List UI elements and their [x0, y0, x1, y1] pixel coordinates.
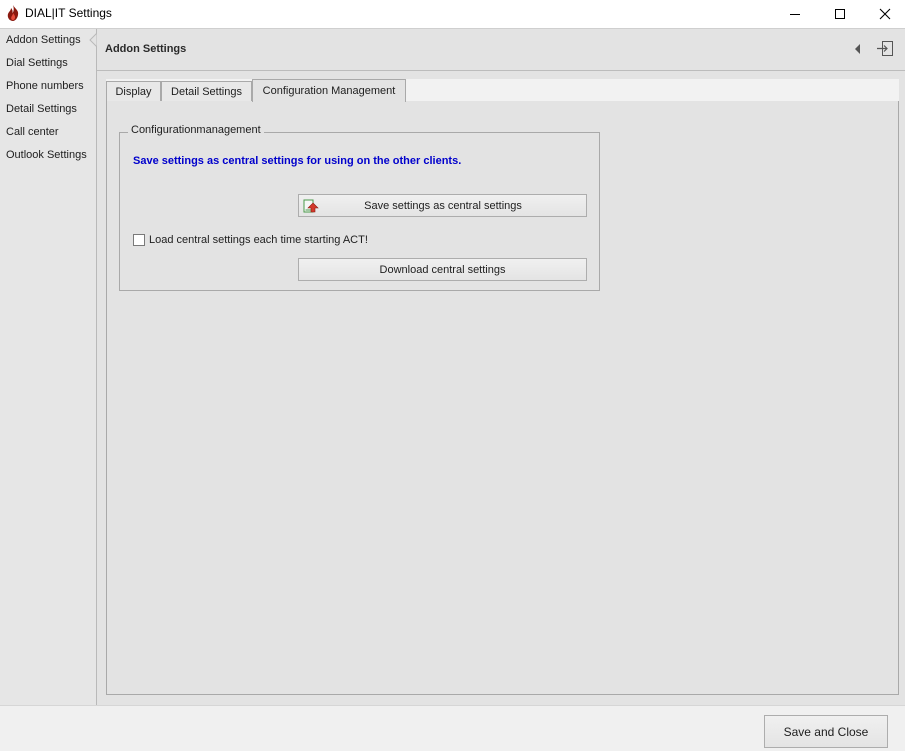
close-icon: [879, 8, 891, 20]
sidebar-item-phone-numbers[interactable]: Phone numbers: [6, 80, 84, 92]
sidebar-item-call-center[interactable]: Call center: [6, 126, 59, 138]
maximize-button[interactable]: [817, 0, 863, 28]
save-and-close-button[interactable]: Save and Close: [764, 715, 888, 748]
panel-header: Addon Settings: [97, 29, 905, 71]
app-flame-icon: [6, 5, 20, 21]
save-central-settings-button[interactable]: Save settings as central settings: [298, 194, 587, 217]
footer-bar: Save and Close: [0, 705, 905, 751]
download-central-settings-button[interactable]: Download central settings: [298, 258, 587, 281]
save-settings-hint: Save settings as central settings for us…: [133, 155, 462, 167]
exit-panel-icon[interactable]: [876, 40, 894, 57]
tab-detail-settings[interactable]: Detail Settings: [161, 81, 252, 101]
page-title: Addon Settings: [105, 43, 187, 55]
tab-display[interactable]: Display: [106, 81, 161, 101]
collapse-arrow-icon[interactable]: [854, 44, 862, 54]
download-central-settings-label: Download central settings: [379, 263, 506, 276]
sidebar-item-addon-settings[interactable]: Addon Settings: [6, 34, 81, 46]
window-title: DIAL|IT Settings: [25, 6, 112, 20]
sidebar-item-detail-settings[interactable]: Detail Settings: [6, 103, 77, 115]
maximize-icon: [835, 9, 845, 19]
title-bar: DIAL|IT Settings: [0, 0, 905, 29]
upload-settings-icon: [303, 199, 319, 213]
tab-configuration-management[interactable]: Configuration Management: [252, 79, 406, 102]
minimize-button[interactable]: [772, 0, 818, 28]
group-legend: Configurationmanagement: [128, 124, 264, 136]
main-panel: Addon Settings Display Detail Settings C…: [97, 29, 905, 705]
selection-pointer-icon: [89, 33, 97, 47]
load-central-settings-label[interactable]: Load central settings each time starting…: [149, 234, 368, 246]
sidebar-item-dial-settings[interactable]: Dial Settings: [6, 57, 68, 69]
settings-sidebar: Addon Settings Dial Settings Phone numbe…: [0, 29, 97, 705]
save-and-close-label: Save and Close: [783, 724, 869, 739]
minimize-icon: [790, 14, 800, 15]
save-central-settings-label: Save settings as central settings: [364, 199, 522, 212]
sidebar-item-outlook-settings[interactable]: Outlook Settings: [6, 149, 87, 161]
close-button[interactable]: [862, 0, 905, 28]
load-central-settings-checkbox[interactable]: [133, 234, 145, 246]
